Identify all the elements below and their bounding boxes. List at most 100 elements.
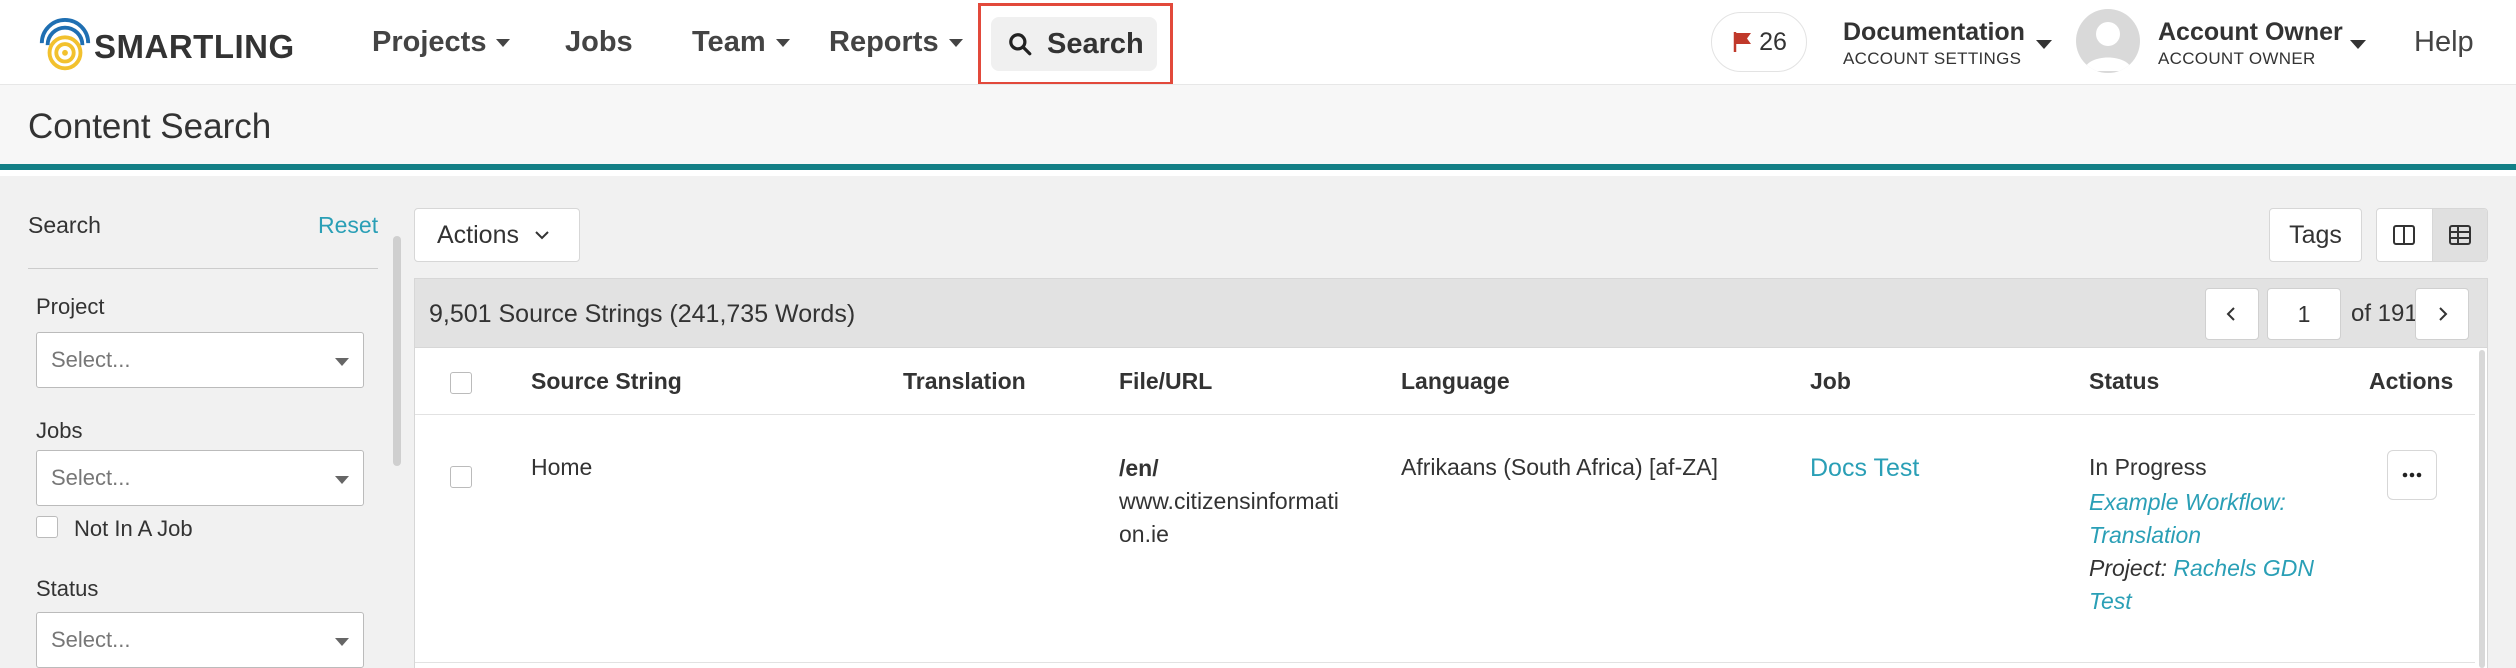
actions-label: Actions (437, 220, 519, 249)
nav-team-label: Team (692, 25, 766, 58)
flag-count: 26 (1759, 27, 1787, 56)
tags-label: Tags (2289, 220, 2342, 249)
help-menu[interactable]: Help (2414, 22, 2474, 62)
smartling-logo-icon (39, 18, 91, 71)
divider (28, 268, 378, 269)
top-navigation: SMARTLING Projects Jobs Team Reports Sea… (0, 0, 2516, 85)
reset-link[interactable]: Reset (318, 212, 378, 239)
smartling-logo[interactable]: SMARTLING (36, 18, 295, 76)
column-header-job[interactable]: Job (1810, 368, 1851, 395)
row-checkbox[interactable] (450, 466, 472, 488)
account-settings-name: Documentation (1843, 18, 2025, 46)
flag-notifications[interactable]: 26 (1711, 12, 1807, 72)
actions-dropdown-button[interactable]: Actions (414, 208, 580, 262)
nav-jobs-label: Jobs (565, 25, 633, 58)
workflow-line1: Example Workflow: (2089, 489, 2286, 515)
project-filter-label: Project (36, 294, 105, 319)
chevron-left-icon (2226, 307, 2235, 321)
jobs-select-placeholder: Select... (51, 465, 131, 490)
status-text: In Progress (2089, 454, 2207, 480)
account-settings-menu[interactable]: Documentation ACCOUNT SETTINGS (1843, 18, 2025, 69)
help-label: Help (2414, 25, 2474, 58)
project-prefix: Project: (2089, 555, 2167, 581)
column-header-language[interactable]: Language (1401, 368, 1510, 395)
chevron-right-icon (2439, 307, 2448, 321)
results-summary-bar: 9,501 Source Strings (241,735 Words) 1 o… (414, 278, 2488, 348)
chevron-down-icon (335, 476, 349, 484)
nav-search-highlight: Search (978, 3, 1173, 85)
chevron-down-icon[interactable] (2036, 40, 2052, 49)
chevron-down-icon (335, 638, 349, 646)
search-icon (1009, 33, 1032, 56)
project-link-line2[interactable]: Test (2089, 585, 2314, 618)
nav-reports-label: Reports (829, 25, 939, 58)
not-in-job-checkbox[interactable] (36, 516, 58, 538)
source-string-cell[interactable]: Home (531, 451, 592, 484)
file-host-line1: www.citizensinformati (1119, 488, 1339, 514)
project-line: Project: Rachels GDN (2089, 552, 2314, 585)
page-header: Content Search (0, 84, 2516, 170)
column-header-actions: Actions (2369, 368, 2454, 394)
nav-reports[interactable]: Reports (829, 22, 963, 62)
account-settings-sub: ACCOUNT SETTINGS (1843, 49, 2022, 68)
column-header-file-url[interactable]: File/URL (1119, 368, 1212, 395)
sidebar-title: Search (28, 212, 101, 238)
jobs-select[interactable]: Select... (36, 450, 364, 506)
nav-projects[interactable]: Projects (372, 22, 511, 62)
status-cell: In Progress Example Workflow: Translatio… (2089, 451, 2314, 618)
previous-page-button[interactable] (2205, 288, 2259, 340)
file-url-cell: /en/ www.citizensinformati on.ie (1119, 452, 1339, 551)
job-link[interactable]: Docs Test (1810, 452, 1919, 485)
table-view-icon (2448, 225, 2471, 245)
chevron-down-icon (775, 39, 790, 47)
nav-projects-label: Projects (372, 25, 487, 58)
file-path: /en/ (1119, 455, 1159, 481)
avatar[interactable] (2076, 9, 2140, 73)
workflow-link[interactable]: Example Workflow: Translation (2089, 486, 2314, 552)
nav-search-label: Search (1047, 27, 1144, 60)
chevron-down-icon (535, 231, 549, 240)
source-strings-table: Source String Translation File/URL Langu… (414, 348, 2488, 668)
search-filters-sidebar: Search Reset Project Select... Jobs Sele… (0, 176, 401, 668)
project-link-line1[interactable]: Rachels GDN (2173, 555, 2314, 581)
nav-team[interactable]: Team (692, 22, 790, 62)
status-select-placeholder: Select... (51, 627, 131, 652)
language-cell: Afrikaans (South Africa) [af-ZA] (1401, 454, 1719, 480)
chevron-down-icon[interactable] (2350, 40, 2366, 49)
project-select[interactable]: Select... (36, 332, 364, 388)
sidebar-scrollbar[interactable] (393, 236, 401, 466)
divider (415, 662, 2475, 663)
more-horizontal-icon (2402, 472, 2422, 478)
account-owner-menu[interactable]: Account Owner ACCOUNT OWNER (2158, 18, 2343, 69)
logo-text: SMARTLING (94, 28, 295, 65)
status-filter-label: Status (36, 576, 99, 601)
next-page-button[interactable] (2415, 288, 2469, 340)
select-all-checkbox[interactable] (450, 372, 472, 394)
chevron-down-icon (335, 358, 349, 366)
status-select[interactable]: Select... (36, 612, 364, 668)
page-total: of 191 (2351, 300, 2418, 327)
results-count: 9,501 Source Strings (241,735 Words) (429, 300, 856, 328)
tags-button[interactable]: Tags (2269, 208, 2362, 262)
chevron-down-icon (496, 39, 511, 47)
account-owner-sub: ACCOUNT OWNER (2158, 49, 2316, 68)
page-title: Content Search (28, 107, 272, 146)
user-icon (2084, 22, 2132, 71)
view-toggle (2376, 208, 2488, 262)
account-owner-name: Account Owner (2158, 18, 2343, 46)
page-number-input[interactable]: 1 (2267, 288, 2341, 340)
workflow-line2: Translation (2089, 522, 2202, 548)
table-view-button[interactable] (2431, 209, 2487, 261)
column-header-status[interactable]: Status (2089, 368, 2159, 395)
nav-jobs[interactable]: Jobs (565, 22, 633, 62)
column-header-translation[interactable]: Translation (903, 368, 1026, 395)
split-view-button[interactable] (2377, 209, 2432, 261)
divider (415, 414, 2475, 415)
chevron-down-icon (948, 39, 963, 47)
jobs-filter-label: Jobs (36, 418, 83, 443)
nav-search[interactable]: Search (991, 17, 1157, 71)
table-scrollbar[interactable] (2479, 350, 2485, 668)
not-in-job-label: Not In A Job (74, 516, 193, 541)
column-header-source-string[interactable]: Source String (531, 368, 682, 395)
row-actions-button[interactable] (2387, 450, 2437, 500)
